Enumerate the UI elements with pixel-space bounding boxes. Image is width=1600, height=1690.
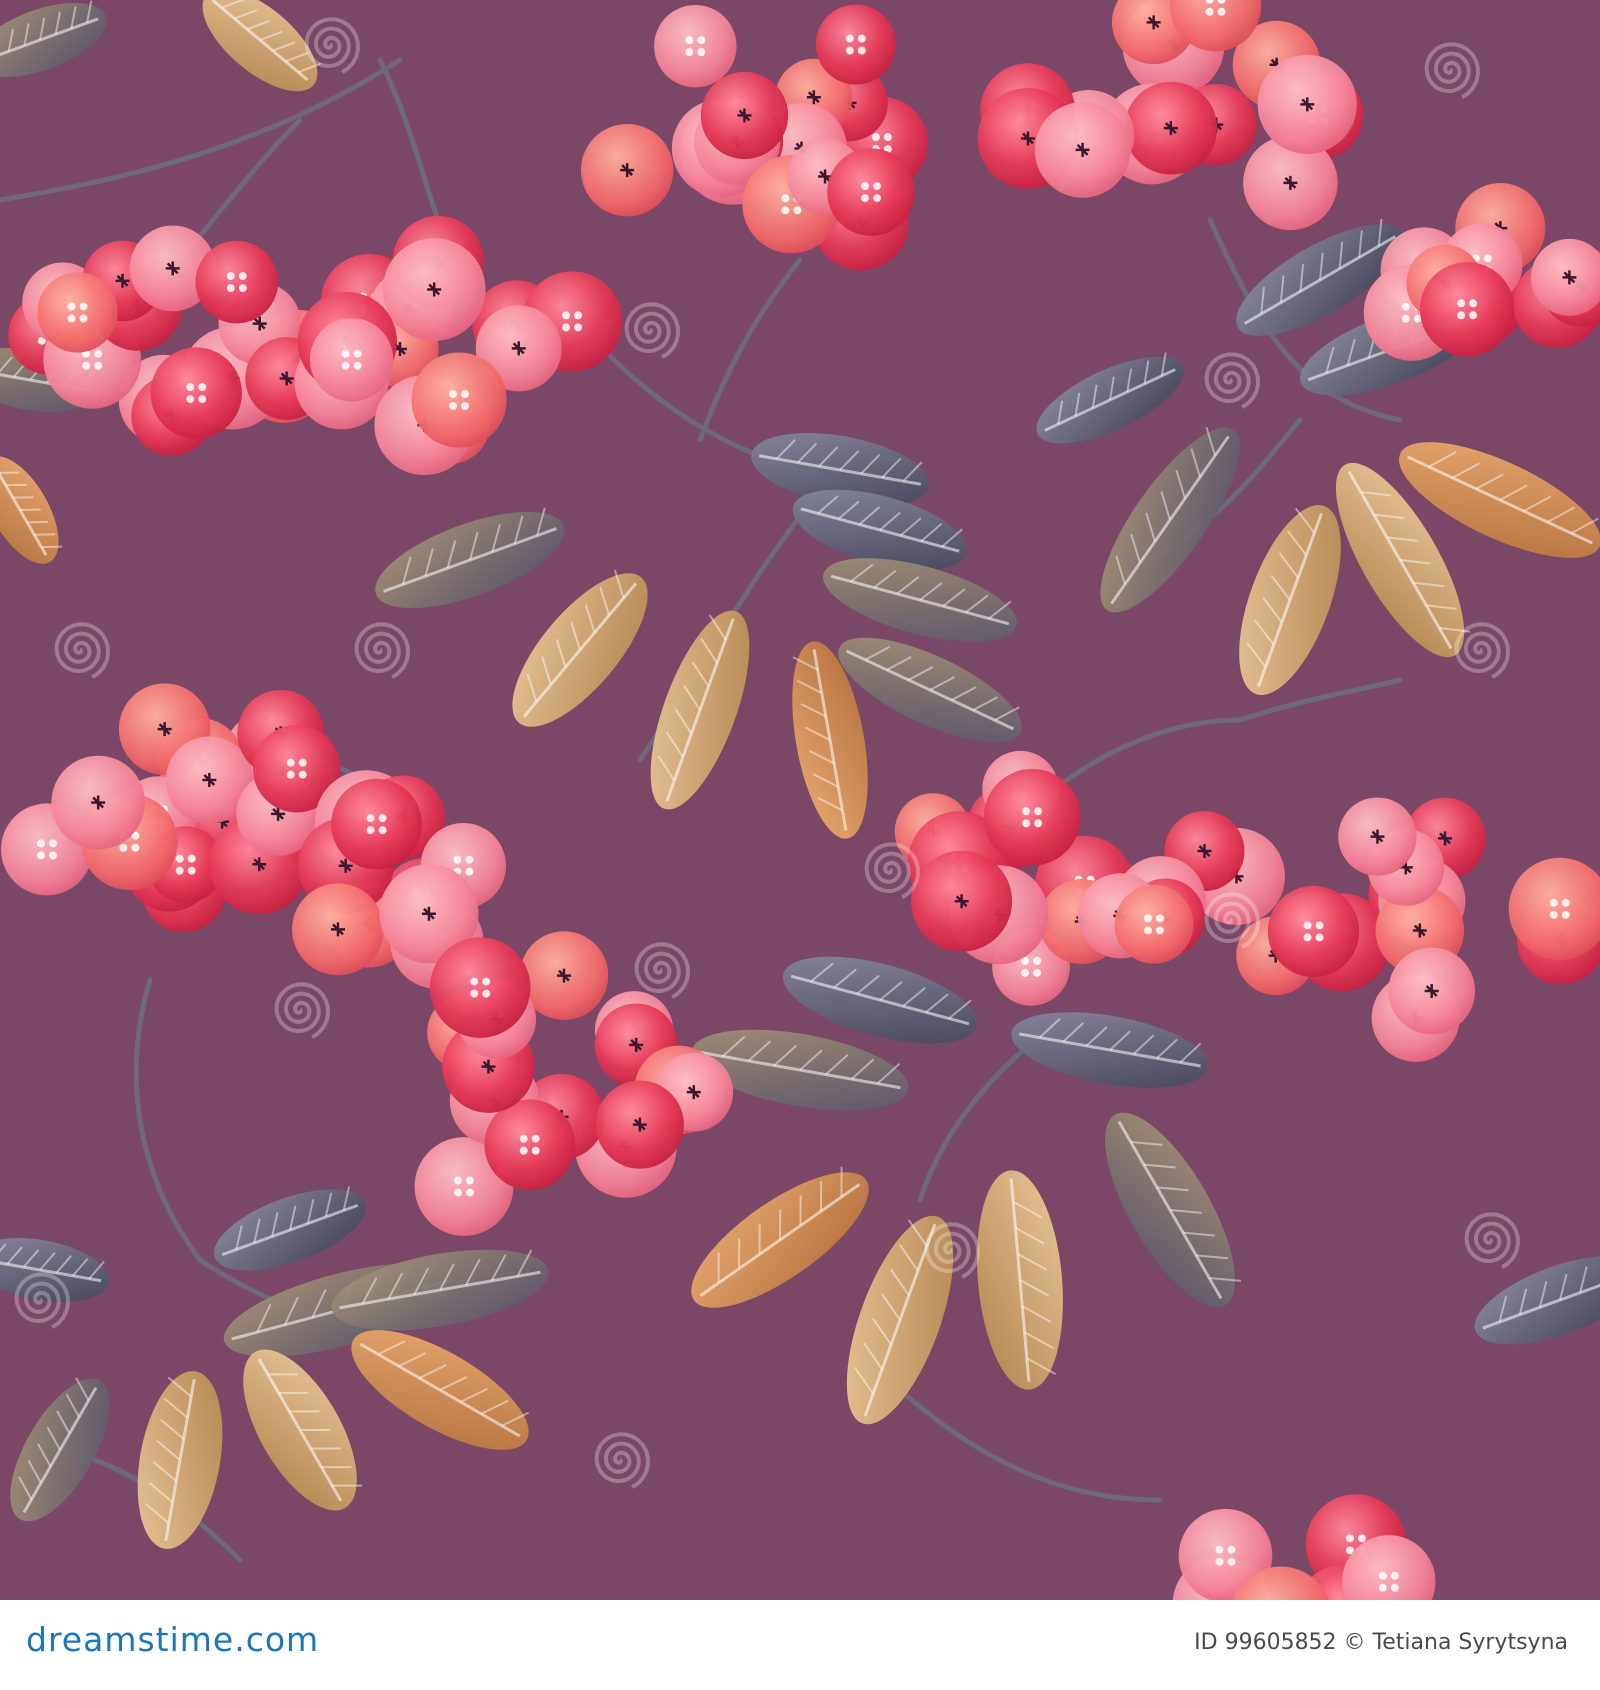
stem-10 (133, 977, 203, 1263)
image-canvas: dreamstime.com ID 99605852 © Tetiana Syr… (0, 0, 1600, 1690)
berry-cluster-11 (1172, 1494, 1436, 1600)
berry (1114, 884, 1194, 964)
berry-cluster-3 (580, 4, 929, 271)
leaf-32 (137, 1371, 223, 1549)
berry (429, 937, 531, 1038)
leaf-35 (1474, 1255, 1600, 1345)
spiral-icon (1464, 1212, 1521, 1269)
berry (1034, 102, 1131, 198)
leaf-30 (351, 1330, 530, 1450)
berry (700, 71, 789, 160)
leaf-13 (1239, 505, 1341, 695)
leaf-3 (375, 507, 565, 609)
stem-15 (897, 1387, 1163, 1503)
berry (292, 883, 384, 976)
berry (411, 352, 507, 448)
berry-cluster-2 (294, 215, 623, 476)
berry (1257, 54, 1357, 154)
berry-cluster-4 (977, 0, 1364, 231)
leaf-22 (1011, 1012, 1209, 1088)
berry (1419, 262, 1515, 357)
spiral-icon (864, 842, 921, 899)
spiral-icon (1424, 42, 1481, 99)
berry (484, 1099, 576, 1190)
berry (1124, 81, 1218, 175)
berry (150, 347, 242, 439)
spiral-icon (594, 1432, 651, 1489)
berry (309, 318, 394, 402)
berry (654, 4, 737, 88)
footer-bar: dreamstime.com ID 99605852 © Tetiana Syr… (0, 1600, 1600, 1690)
leaf-19 (0, 456, 63, 564)
berry (382, 238, 486, 341)
berry (195, 240, 279, 324)
berry (827, 148, 915, 236)
berry (51, 755, 145, 850)
leaf-4 (512, 569, 648, 727)
berry-cluster-5 (1363, 183, 1600, 361)
berry-cluster-10 (1236, 797, 1600, 1062)
berry (1388, 947, 1476, 1035)
leaf-24 (977, 1170, 1063, 1390)
spiral-icon (1204, 892, 1261, 949)
leaf-2 (0, 0, 107, 77)
berry (37, 272, 118, 353)
berry-cluster-9 (894, 750, 1286, 1006)
spiral-icon (1454, 622, 1511, 679)
berry (1338, 797, 1417, 876)
spiral-icon (624, 302, 681, 359)
spiral-icon (1204, 352, 1261, 409)
stock-site-logo[interactable]: dreamstime.com (26, 1620, 319, 1659)
berry (983, 768, 1081, 866)
leaf-33 (10, 1377, 110, 1522)
leaf-26 (691, 1166, 869, 1308)
image-credit: ID 99605852 © Tetiana Syrytsyna (1194, 1630, 1568, 1655)
spiral-icon (634, 942, 691, 999)
leaf-1 (202, 0, 321, 92)
leaf-25 (846, 1215, 954, 1425)
berry (580, 123, 674, 217)
leaf-5 (650, 610, 750, 810)
watercolor-artwork (0, 0, 1600, 1600)
leaf-23 (1105, 1112, 1242, 1308)
spiral-icon (14, 1272, 71, 1329)
leaf-27 (214, 1186, 366, 1271)
stem-6 (697, 257, 803, 443)
berry (815, 4, 896, 85)
berry (911, 850, 1013, 952)
berry (595, 1080, 684, 1169)
leaf-11 (1036, 352, 1184, 444)
berry (331, 778, 422, 870)
spiral-icon (354, 622, 411, 679)
spiral-icon (54, 622, 111, 679)
leaf-12 (1100, 426, 1240, 613)
berry (1267, 885, 1360, 978)
berry-cluster-6 (1, 683, 341, 933)
spiral-icon (274, 982, 331, 1039)
stem-1 (0, 57, 403, 203)
